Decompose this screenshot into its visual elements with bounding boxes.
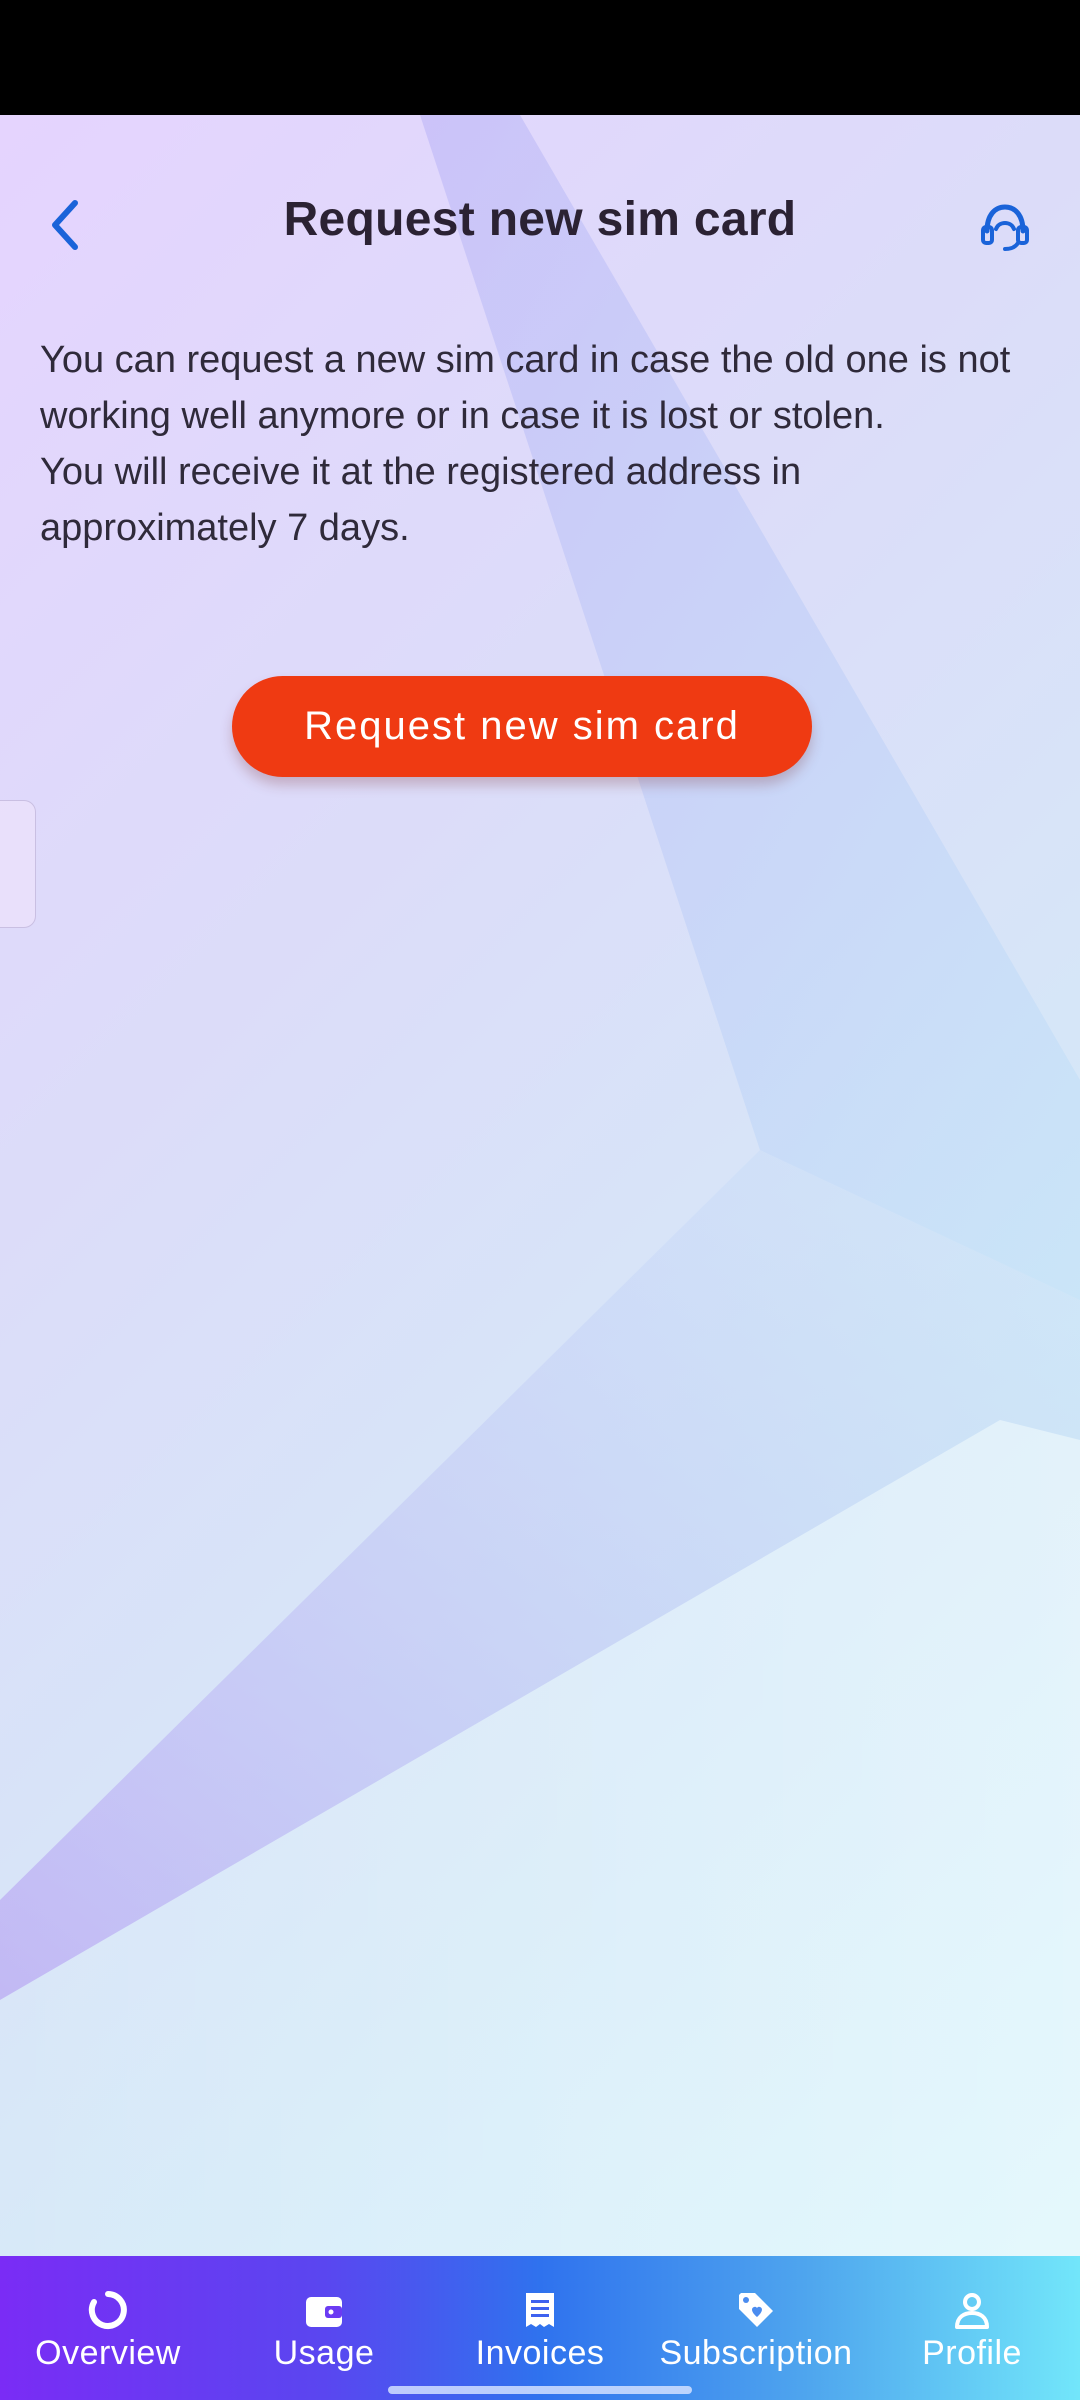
- nav-label: Overview: [35, 2334, 181, 2372]
- headset-support-icon: [981, 204, 1029, 251]
- info-text: You can request a new sim card in case t…: [40, 332, 1040, 556]
- home-indicator[interactable]: [388, 2386, 692, 2394]
- info-paragraph-delivery: You will receive it at the registered ad…: [40, 451, 802, 549]
- top-app-bar: Request new sim card: [0, 170, 1080, 280]
- app-screen: Request new sim card You can request a n…: [0, 0, 1080, 2400]
- nav-label: Profile: [922, 2334, 1022, 2372]
- page-title: Request new sim card: [283, 193, 797, 246]
- nav-label: Subscription: [659, 2334, 853, 2372]
- ring-chart-icon: [86, 2288, 130, 2332]
- customer-support-button[interactable]: [970, 192, 1040, 262]
- nav-item-subscription[interactable]: Subscription: [648, 2256, 864, 2400]
- receipt-icon: [518, 2288, 562, 2332]
- nav-label: Invoices: [475, 2334, 605, 2372]
- side-drawer-handle[interactable]: [0, 800, 36, 928]
- nav-item-usage[interactable]: Usage: [216, 2256, 432, 2400]
- bottom-navigation: Overview Usage Invoices Subscription Pro…: [0, 2256, 1080, 2400]
- nav-item-invoices[interactable]: Invoices: [432, 2256, 648, 2400]
- tag-heart-icon: [734, 2288, 778, 2332]
- nav-item-overview[interactable]: Overview: [0, 2256, 216, 2400]
- request-new-sim-button[interactable]: Request new sim card: [232, 676, 812, 777]
- wallet-icon: [302, 2288, 346, 2332]
- info-paragraph-reasons: You can request a new sim card in case t…: [40, 339, 1011, 437]
- nav-label: Usage: [273, 2334, 375, 2372]
- nav-item-profile[interactable]: Profile: [864, 2256, 1080, 2400]
- person-icon: [950, 2288, 994, 2332]
- status-bar: [0, 0, 1080, 115]
